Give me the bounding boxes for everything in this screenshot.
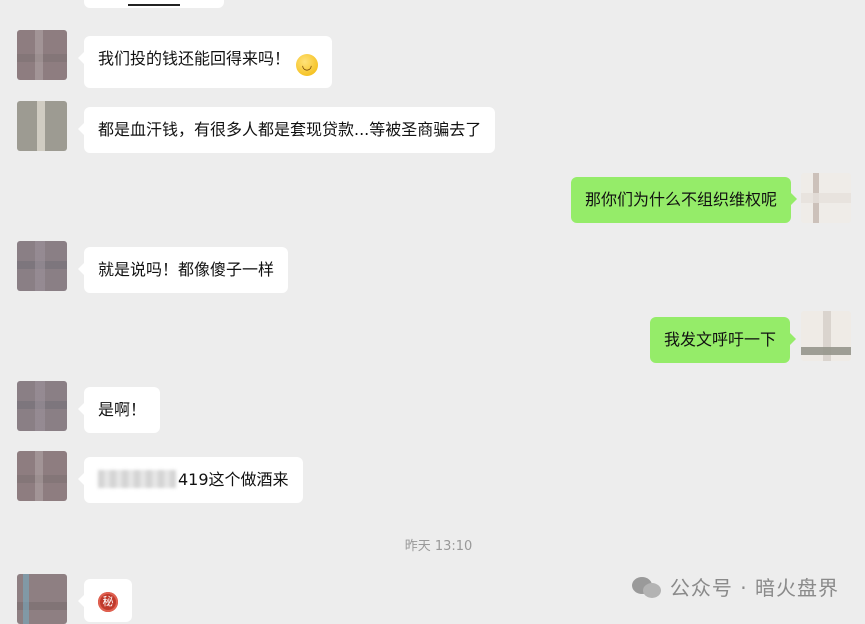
my-avatar[interactable] bbox=[801, 173, 851, 223]
contact-avatar[interactable] bbox=[17, 381, 67, 431]
watermark-text: 公众号 · 暗火盘界 bbox=[669, 576, 839, 600]
contact-avatar[interactable] bbox=[17, 241, 67, 291]
message-timestamp: 昨天 13:10 bbox=[404, 539, 473, 554]
watermark: 公众号 · 暗火盘界 bbox=[631, 572, 839, 601]
message-bubble[interactable]: 我发文呼吁一下 bbox=[649, 317, 797, 363]
partial-content bbox=[128, 4, 180, 6]
message-text: 都是血汗钱，有很多人都是套现贷款...等被圣商骗去了 bbox=[98, 120, 482, 139]
laughing-crying-emoji-icon: ◡ bbox=[296, 54, 319, 76]
message-text: 我们投的钱还能回得来吗！ bbox=[98, 49, 291, 68]
message-bubble[interactable]: 都是血汗钱，有很多人都是套现贷款...等被圣商骗去了 bbox=[77, 107, 496, 153]
message-bubble[interactable]: 419这个做酒来 bbox=[78, 457, 303, 503]
message-text: 是啊！ bbox=[98, 400, 147, 419]
contact-avatar[interactable] bbox=[17, 30, 67, 80]
redacted-text bbox=[98, 470, 176, 488]
message-bubble[interactable]: 秘 bbox=[78, 579, 132, 622]
message-bubble[interactable]: 我们投的钱还能回得来吗！ ◡ bbox=[77, 36, 333, 88]
message-bubble[interactable]: 是啊！ bbox=[77, 387, 161, 433]
secret-sticker-icon: 秘 bbox=[98, 592, 118, 612]
message-text: 那你们为什么不组织维权呢 bbox=[584, 190, 777, 209]
message-bubble[interactable]: 就是说吗！都像傻子一样 bbox=[77, 247, 289, 293]
message-bubble[interactable]: 那你们为什么不组织维权呢 bbox=[570, 177, 798, 223]
my-avatar[interactable] bbox=[801, 311, 851, 361]
message-text: 我发文呼吁一下 bbox=[663, 330, 776, 349]
contact-avatar[interactable] bbox=[17, 101, 67, 151]
contact-avatar[interactable] bbox=[17, 451, 67, 501]
message-bubble-partial[interactable] bbox=[84, 0, 224, 8]
wechat-icon bbox=[631, 575, 662, 599]
message-text: 就是说吗！都像傻子一样 bbox=[98, 260, 275, 279]
chat-window: 我们投的钱还能回得来吗！ ◡ 都是血汗钱，有很多人都是套现贷款...等被圣商骗去了… bbox=[0, 0, 865, 624]
message-text: 419这个做酒来 bbox=[178, 470, 289, 489]
contact-avatar[interactable] bbox=[17, 574, 67, 624]
